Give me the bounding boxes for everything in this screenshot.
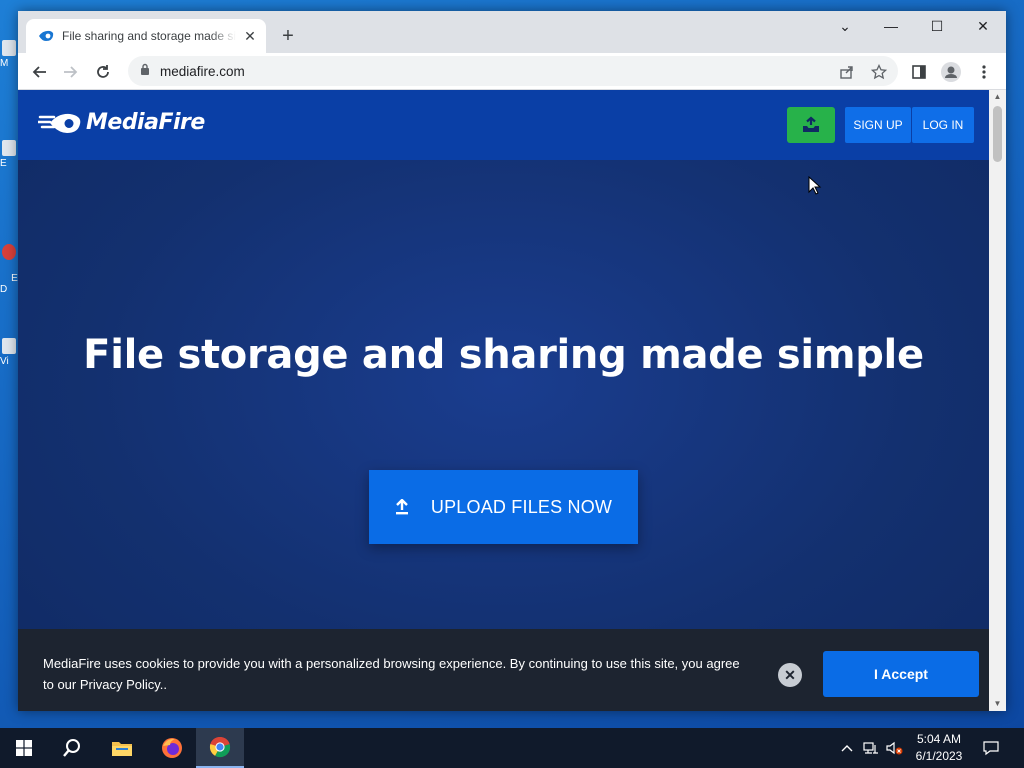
- maximize-button[interactable]: ☐: [914, 11, 960, 41]
- scroll-down-icon[interactable]: ▼: [989, 697, 1006, 711]
- upload-files-now-button[interactable]: UPLOAD FILES NOW: [369, 470, 638, 544]
- reload-icon[interactable]: [90, 59, 116, 85]
- accept-cookies-button[interactable]: I Accept: [823, 651, 979, 697]
- address-text: mediafire.com: [160, 63, 245, 79]
- desktop-icon[interactable]: Em D: [0, 222, 18, 306]
- tab-search-icon[interactable]: ⌄: [822, 11, 868, 41]
- clock-time: 5:04 AM: [916, 732, 962, 746]
- scrollbar-thumb[interactable]: [993, 106, 1002, 162]
- webpage: MediaFire SIGN UP LOG IN File storage an…: [18, 90, 989, 711]
- desktop-icon[interactable]: Vi: [0, 338, 18, 367]
- browser-menu-icon[interactable]: [971, 59, 997, 85]
- minimize-button[interactable]: —: [868, 11, 914, 41]
- cookie-message: MediaFire uses cookies to provide you wi…: [43, 656, 740, 692]
- cookie-banner: MediaFire uses cookies to provide you wi…: [18, 629, 989, 711]
- profile-avatar[interactable]: [938, 59, 964, 85]
- desktop-icon-label: Vi: [0, 356, 9, 367]
- mediafire-flame-icon: [38, 113, 81, 133]
- close-window-button[interactable]: ✕: [960, 11, 1006, 41]
- desktop-icon[interactable]: M: [0, 40, 18, 69]
- mediafire-logo[interactable]: MediaFire: [38, 110, 205, 135]
- bookmark-star-icon[interactable]: [866, 59, 892, 85]
- upload-arrow-icon: [395, 499, 409, 515]
- firefox-icon[interactable]: [148, 728, 196, 768]
- forward-icon[interactable]: [58, 59, 84, 85]
- mediafire-favicon-icon: [38, 28, 54, 44]
- hero-title: File storage and sharing made simple: [83, 332, 924, 378]
- desktop-icon-label: E: [0, 158, 7, 169]
- file-icon: [2, 338, 16, 354]
- app-icon: [2, 244, 16, 260]
- tab-title: File sharing and storage made simple: [62, 29, 236, 43]
- chrome-icon[interactable]: [196, 728, 244, 768]
- browser-tab[interactable]: File sharing and storage made simple ✕: [26, 19, 266, 53]
- tab-close-icon[interactable]: ✕: [242, 28, 258, 44]
- scroll-up-icon[interactable]: ▲: [989, 90, 1006, 104]
- log-in-button[interactable]: LOG IN: [912, 107, 974, 143]
- volume-muted-icon[interactable]: [884, 728, 906, 768]
- system-clock[interactable]: 5:04 AM 6/1/2023: [905, 731, 973, 765]
- share-icon[interactable]: [834, 59, 860, 85]
- notifications-icon[interactable]: [976, 728, 1006, 768]
- show-hidden-icons-icon[interactable]: [838, 728, 856, 768]
- logo-text: MediaFire: [86, 110, 205, 135]
- desktop-icon-label: M: [0, 58, 9, 69]
- search-icon[interactable]: [48, 728, 96, 768]
- mouse-cursor-icon: [808, 176, 822, 195]
- upload-button[interactable]: [787, 107, 835, 143]
- sign-up-button[interactable]: SIGN UP: [845, 107, 911, 143]
- back-icon[interactable]: [26, 59, 52, 85]
- cookie-dismiss-button[interactable]: ✕: [778, 663, 802, 687]
- title-bar: File sharing and storage made simple ✕ +…: [18, 11, 1006, 53]
- side-panel-icon[interactable]: [906, 59, 932, 85]
- file-explorer-icon[interactable]: [98, 728, 146, 768]
- file-icon: [2, 40, 16, 56]
- start-icon[interactable]: [0, 728, 48, 768]
- desktop-icon[interactable]: E: [0, 140, 18, 169]
- site-header: MediaFire SIGN UP LOG IN: [18, 90, 989, 160]
- clock-date: 6/1/2023: [915, 749, 963, 763]
- taskbar: 5:04 AM 6/1/2023: [0, 728, 1024, 768]
- upload-files-now-label: UPLOAD FILES NOW: [430, 496, 613, 517]
- new-tab-button[interactable]: +: [276, 25, 300, 49]
- page-scrollbar[interactable]: ▲ ▼: [989, 90, 1006, 711]
- browser-toolbar: mediafire.com: [18, 53, 1006, 90]
- browser-window: File sharing and storage made simple ✕ +…: [18, 11, 1006, 711]
- file-icon: [2, 140, 16, 156]
- address-bar[interactable]: mediafire.com: [128, 56, 898, 86]
- upload-tray-icon: [803, 116, 819, 132]
- desktop-icon-label: Em D: [0, 273, 18, 295]
- lock-icon[interactable]: [140, 62, 150, 80]
- network-icon[interactable]: [860, 728, 882, 768]
